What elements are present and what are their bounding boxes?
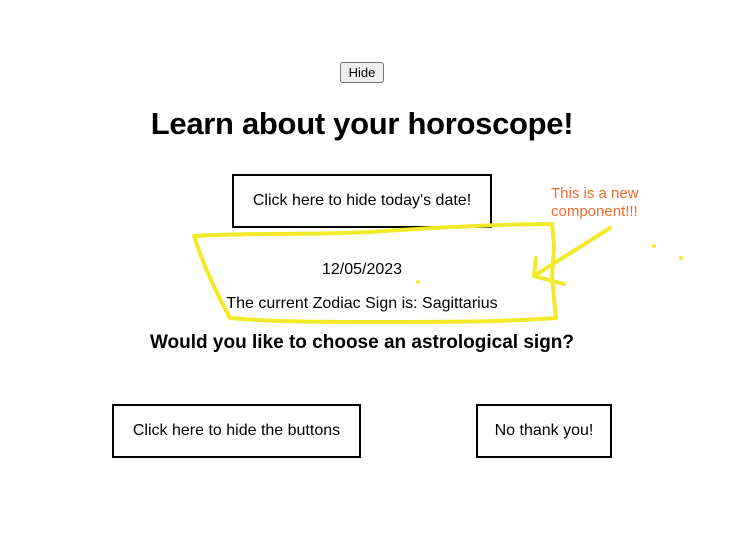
hide-buttons-button[interactable]: Click here to hide the buttons	[112, 404, 361, 458]
annotation-dot	[416, 280, 420, 284]
current-date: 12/05/2023	[321, 261, 403, 278]
zodiac-sign-text: The current Zodiac Sign is: Sagittarius	[226, 295, 498, 312]
no-thanks-button[interactable]: No thank you!	[476, 404, 612, 458]
hide-button[interactable]: Hide	[340, 62, 384, 83]
hide-date-button[interactable]: Click here to hide today's date!	[232, 174, 492, 228]
annotation-dot	[652, 244, 656, 248]
choose-sign-question: Would you like to choose an astrological…	[149, 332, 575, 353]
page-title: Learn about your horoscope!	[150, 106, 574, 141]
annotation-note: This is a new component!!!	[551, 185, 639, 220]
